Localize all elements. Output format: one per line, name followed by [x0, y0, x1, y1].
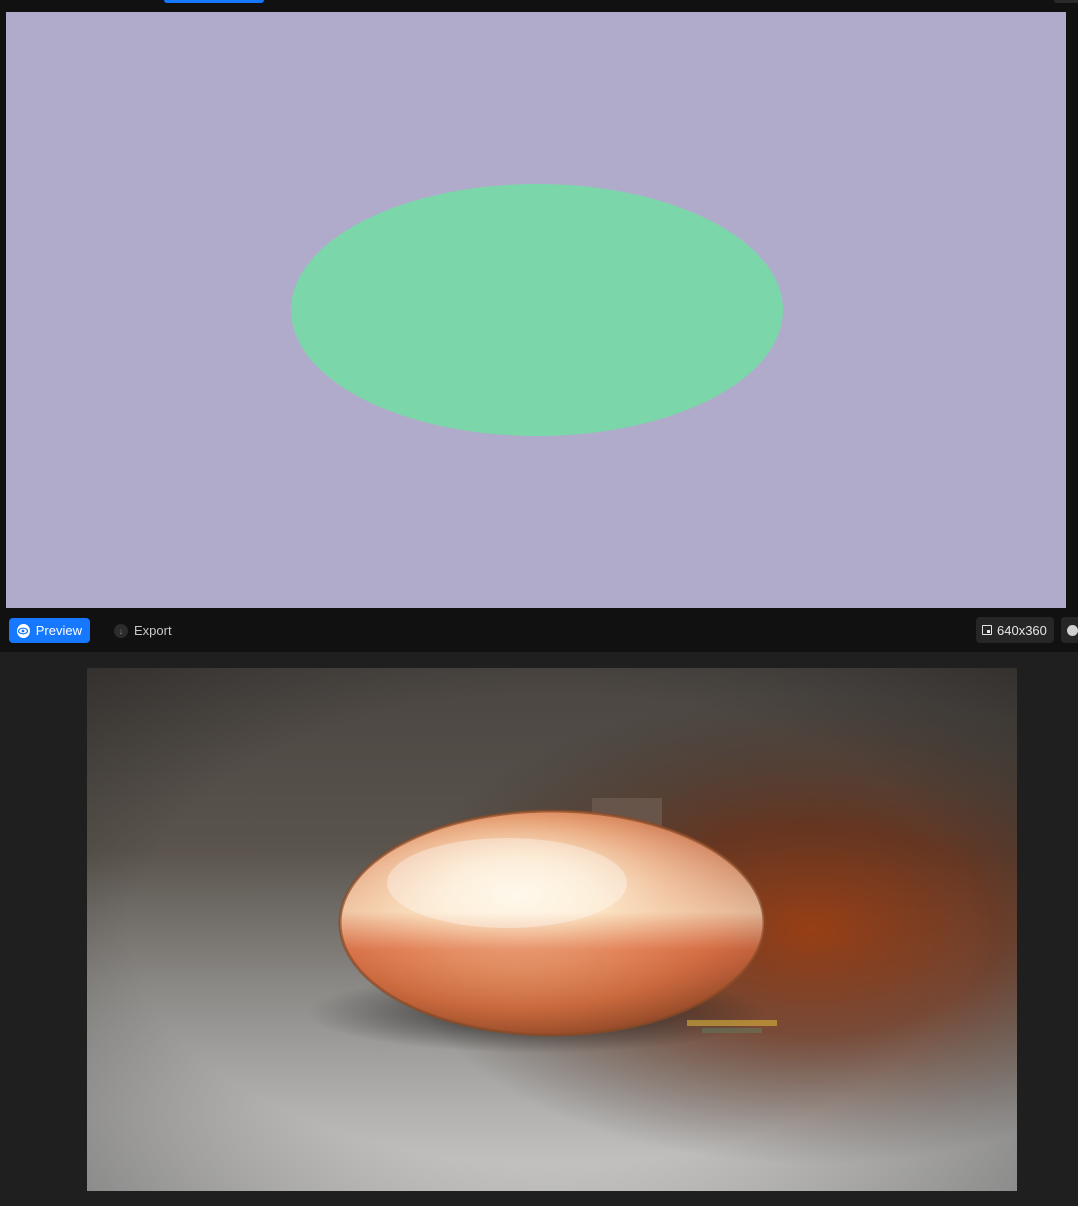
bottom-toolbar: Preview ↓ Export 640x360 [0, 608, 1078, 652]
resolution-badge[interactable]: 640x360 [976, 617, 1054, 643]
active-tab-indicator[interactable] [164, 0, 264, 3]
download-icon: ↓ [114, 623, 128, 638]
eye-icon [17, 623, 30, 638]
export-button[interactable]: ↓ Export [110, 618, 176, 643]
export-label: Export [134, 623, 172, 638]
drawing-canvas[interactable] [0, 12, 1078, 608]
generated-result-panel [0, 652, 1078, 1206]
preview-button[interactable]: Preview [9, 618, 90, 643]
canvas-drawing[interactable] [6, 12, 1066, 608]
help-icon [1067, 624, 1078, 636]
top-right-control[interactable] [1054, 0, 1078, 3]
generated-image [87, 668, 1017, 1191]
resolution-label: 640x360 [997, 622, 1047, 638]
preview-label: Preview [35, 623, 82, 638]
help-button[interactable] [1061, 617, 1078, 643]
top-tab-bar [0, 0, 1078, 12]
drawn-ellipse[interactable] [291, 184, 783, 436]
resize-icon [982, 625, 992, 635]
